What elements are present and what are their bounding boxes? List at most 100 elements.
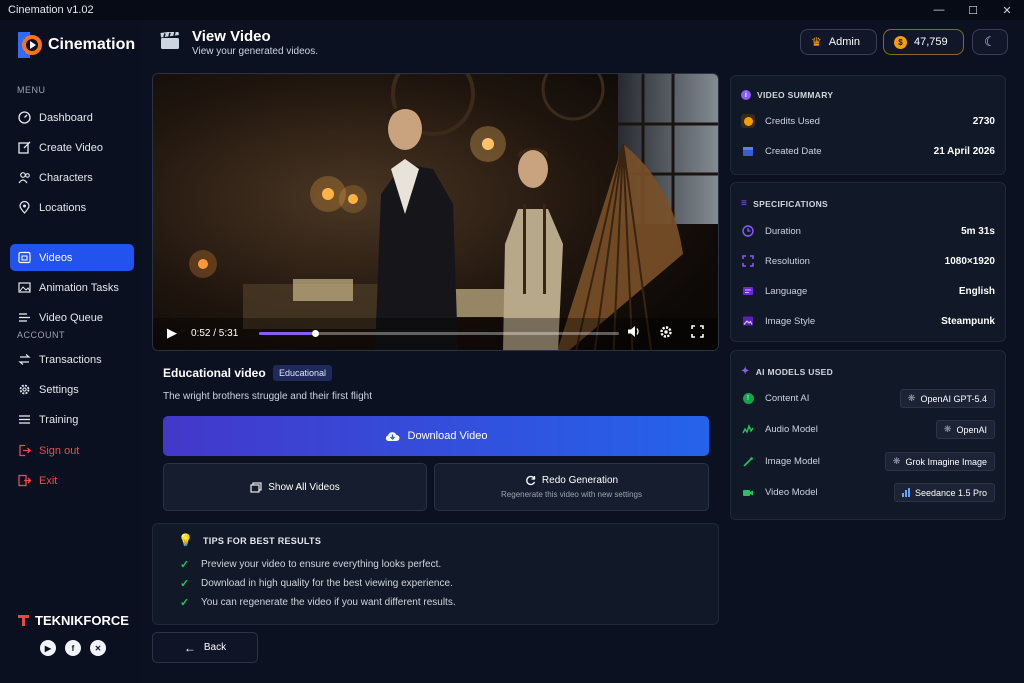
download-video-button[interactable]: Download Video — [163, 416, 709, 456]
model-label: Audio Model — [765, 424, 818, 435]
check-icon: ✓ — [180, 559, 190, 571]
model-row-content-ai: ! Content AI ❋ OpenAI GPT-5.4 — [741, 389, 995, 408]
sidebar: Cinemation MENU Dashboard Create Video C… — [0, 20, 142, 683]
back-button[interactable]: ← Back — [152, 632, 258, 663]
sidebar-item-label: Create Video — [39, 141, 104, 154]
fullscreen-icon[interactable] — [691, 325, 704, 341]
sidebar-item-training[interactable]: Training — [10, 406, 134, 433]
page-title: View Video — [192, 28, 271, 45]
sidebar-item-transactions[interactable]: Transactions — [10, 346, 134, 373]
video-player[interactable]: ▶ 0:52 / 5:31 — [152, 73, 719, 351]
openai-icon: ❋ — [907, 393, 916, 403]
moon-icon: ☾ — [984, 34, 996, 49]
page-subtitle: View your generated videos. — [192, 46, 319, 57]
sidebar-item-label: Characters — [39, 171, 93, 184]
category-badge: Educational — [273, 365, 333, 381]
redo-sublabel: Regenerate this video with new settings — [501, 490, 642, 499]
model-chip: Seedance 1.5 Pro — [893, 483, 995, 502]
queue-icon — [18, 311, 31, 324]
sidebar-item-label: Training — [39, 413, 79, 426]
social-links: ▶ f ✕ — [40, 640, 106, 656]
sidebar-item-settings[interactable]: Settings — [10, 376, 134, 403]
check-icon: ✓ — [180, 597, 190, 609]
sidebar-item-animation-tasks[interactable]: Animation Tasks — [10, 274, 134, 301]
volume-icon[interactable] — [627, 325, 641, 341]
pin-icon — [18, 201, 31, 214]
coin-icon: $ — [894, 35, 907, 49]
cinemation-logo-icon — [18, 32, 42, 58]
facebook-icon[interactable]: f — [65, 640, 81, 656]
time-readout: 0:52 / 5:31 — [191, 327, 239, 339]
sidebar-item-video-queue[interactable]: Video Queue — [10, 304, 134, 331]
sidebar-item-locations[interactable]: Locations — [10, 194, 134, 221]
spec-row-duration: Duration 5m 31s — [741, 224, 995, 238]
credits-used-value: 2730 — [972, 115, 995, 127]
specs-title-row: ≡ SPECIFICATIONS — [741, 198, 828, 209]
models-title-row: ✦ AI MODELS USED — [741, 366, 833, 377]
teknikforce-mark-icon — [18, 615, 29, 626]
sidebar-item-dashboard[interactable]: Dashboard — [10, 104, 134, 131]
redo-generation-button[interactable]: Redo Generation Regenerate this video wi… — [434, 463, 709, 511]
maximize-button[interactable]: ☐ — [956, 0, 990, 20]
language-icon — [741, 284, 755, 298]
settings-gear-icon[interactable] — [659, 325, 673, 342]
summary-title-row: i VIDEO SUMMARY — [741, 90, 833, 100]
model-value: OpenAI GPT-5.4 — [920, 393, 987, 404]
image-style-icon — [741, 314, 755, 328]
openai-icon: ❋ — [943, 424, 952, 434]
spec-row-language: Language English — [741, 284, 995, 298]
brand-name: Cinemation — [48, 36, 136, 53]
tip-text: You can regenerate the video if you want… — [201, 597, 456, 608]
model-chip: ❋ Grok Imagine Image — [884, 452, 995, 471]
gallery-icon — [250, 481, 262, 493]
admin-user-pill[interactable]: ♛ Admin — [800, 29, 877, 55]
model-label: Video Model — [765, 487, 818, 498]
created-date-label: Created Date — [765, 145, 822, 157]
sidebar-item-label: Videos — [39, 251, 73, 264]
image-model-icon — [741, 455, 755, 469]
seek-bar-fill — [259, 330, 319, 337]
account-section-label: ACCOUNT — [17, 330, 65, 340]
window-titlebar: Cinemation v1.02 — ☐ ✕ — [0, 0, 1024, 20]
list-icon — [18, 413, 31, 426]
youtube-icon[interactable]: ▶ — [40, 640, 56, 656]
theme-toggle-button[interactable]: ☾ — [972, 29, 1008, 55]
sidebar-item-label: Exit — [39, 474, 58, 487]
minimize-button[interactable]: — — [922, 0, 956, 20]
close-button[interactable]: ✕ — [990, 0, 1024, 20]
sidebar-item-exit[interactable]: Exit — [10, 467, 134, 494]
sidebar-item-create-video[interactable]: Create Video — [10, 134, 134, 161]
specs-title: SPECIFICATIONS — [753, 198, 829, 209]
sidebar-item-videos[interactable]: Videos — [10, 244, 134, 271]
show-all-label: Show All Videos — [268, 481, 340, 493]
edit-icon — [18, 141, 31, 154]
tip-text: Download in high quality for the best vi… — [201, 578, 453, 589]
x-icon[interactable]: ✕ — [90, 640, 106, 656]
spec-value: 5m 31s — [961, 225, 995, 237]
seek-bar[interactable] — [259, 330, 619, 337]
model-row-image: Image Model ❋ Grok Imagine Image — [741, 452, 995, 471]
arrow-left-icon: ← — [183, 640, 196, 655]
summary-title: VIDEO SUMMARY — [757, 90, 834, 100]
lightbulb-icon: 💡 — [178, 533, 193, 547]
users-icon — [18, 171, 31, 184]
model-value: Seedance 1.5 Pro — [914, 487, 987, 498]
image-icon — [18, 281, 31, 294]
specifications-panel: ≡ SPECIFICATIONS Duration 5m 31s Resolut… — [730, 182, 1006, 342]
seek-knob[interactable] — [311, 330, 319, 337]
spec-label: Resolution — [765, 255, 810, 267]
crown-icon: ♛ — [811, 35, 822, 49]
credits-pill[interactable]: $ 47,759 — [883, 29, 964, 55]
show-all-videos-button[interactable]: Show All Videos — [163, 463, 427, 511]
refresh-icon — [526, 475, 536, 486]
video-title: Educational video — [163, 366, 266, 380]
sidebar-item-label: Settings — [39, 383, 79, 396]
brand-logo[interactable]: Cinemation — [14, 30, 135, 60]
tip-item: ✓ Download in high quality for the best v… — [180, 577, 453, 590]
video-controls: ▶ 0:52 / 5:31 — [153, 316, 718, 350]
play-icon[interactable]: ▶ — [167, 325, 181, 341]
spec-value: 1080×1920 — [944, 255, 995, 267]
sidebar-item-sign-out[interactable]: Sign out — [10, 437, 134, 464]
sidebar-item-characters[interactable]: Characters — [10, 164, 134, 191]
bar-chart-icon — [901, 488, 910, 497]
